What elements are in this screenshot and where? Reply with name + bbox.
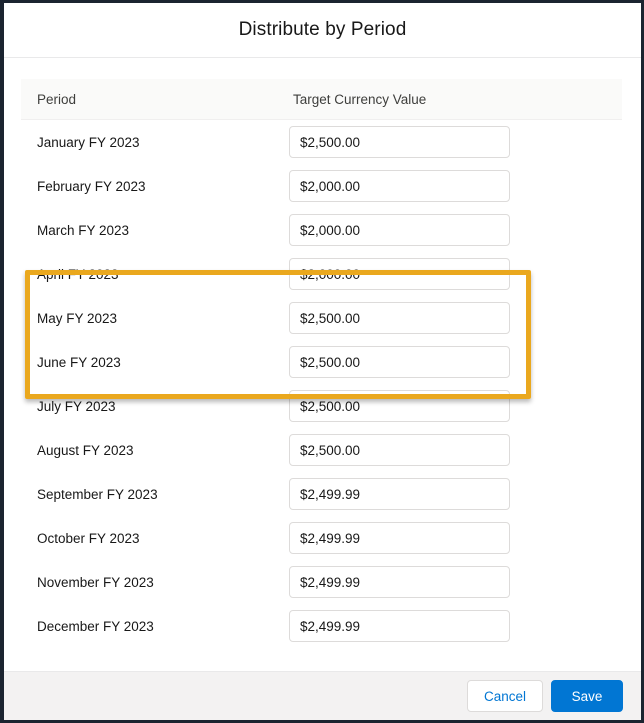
- target-currency-value-input[interactable]: [289, 346, 510, 378]
- cancel-button[interactable]: Cancel: [466, 680, 543, 712]
- target-currency-value-cell: [289, 302, 622, 334]
- table-row: November FY 2023: [21, 560, 622, 604]
- column-header-period: Period: [37, 91, 77, 107]
- target-currency-value-input[interactable]: [289, 566, 510, 598]
- target-currency-value-input[interactable]: [289, 390, 510, 422]
- period-label: June FY 2023: [37, 354, 121, 370]
- target-currency-value-input[interactable]: [289, 302, 510, 334]
- target-currency-value-cell: [289, 390, 622, 422]
- table-row: October FY 2023: [21, 516, 622, 560]
- target-currency-value-input[interactable]: [289, 258, 510, 290]
- target-currency-value-cell: [289, 566, 622, 598]
- target-currency-value-input[interactable]: [289, 434, 510, 466]
- period-label: July FY 2023: [37, 398, 116, 414]
- period-label: April FY 2023: [37, 266, 119, 282]
- target-currency-value-cell: [289, 258, 622, 290]
- modal-header: Distribute by Period: [4, 3, 641, 58]
- table-row: September FY 2023: [21, 472, 622, 516]
- period-label: May FY 2023: [37, 310, 118, 326]
- target-currency-value-cell: [289, 610, 622, 642]
- table-row: June FY 2023: [21, 340, 622, 384]
- table-body: January FY 2023 February FY 2023 March FY …: [21, 120, 622, 648]
- target-currency-value-cell: [289, 214, 622, 246]
- target-currency-value-input[interactable]: [289, 522, 510, 554]
- period-label: October FY 2023: [37, 530, 140, 546]
- distribute-by-period-modal: Distribute by Period Period Target Curre…: [4, 3, 641, 720]
- target-currency-value-cell: [289, 434, 622, 466]
- period-distribution-table: Period Target Currency Value January FY …: [21, 79, 622, 648]
- target-currency-value-input[interactable]: [289, 170, 510, 202]
- target-currency-value-input[interactable]: [289, 610, 510, 642]
- period-label: November FY 2023: [37, 574, 154, 590]
- target-currency-value-cell: [289, 522, 622, 554]
- modal-body: Period Target Currency Value January FY …: [4, 58, 641, 671]
- target-currency-value-input[interactable]: [289, 478, 510, 510]
- table-row: April FY 2023: [21, 252, 622, 296]
- target-currency-value-input[interactable]: [289, 214, 510, 246]
- target-currency-value-cell: [289, 170, 622, 202]
- period-label: September FY 2023: [37, 486, 158, 502]
- table-row: December FY 2023: [21, 604, 622, 648]
- table-row: May FY 2023: [21, 296, 622, 340]
- target-currency-value-cell: [289, 478, 622, 510]
- modal-footer: Cancel Save: [4, 671, 641, 720]
- table-header-row: Period Target Currency Value: [21, 79, 622, 120]
- period-label: December FY 2023: [37, 618, 154, 634]
- modal-title: Distribute by Period: [238, 19, 407, 40]
- table-row: March FY 2023: [21, 208, 622, 252]
- period-label: August FY 2023: [37, 442, 134, 458]
- period-label: January FY 2023: [37, 134, 140, 150]
- period-label: February FY 2023: [37, 178, 146, 194]
- table-row: January FY 2023: [21, 120, 622, 164]
- table-row: July FY 2023: [21, 384, 622, 428]
- table-row: August FY 2023: [21, 428, 622, 472]
- save-button[interactable]: Save: [551, 680, 623, 712]
- period-label: March FY 2023: [37, 222, 130, 238]
- column-header-target-currency-value: Target Currency Value: [293, 91, 427, 107]
- target-currency-value-cell: [289, 126, 622, 158]
- table-row: February FY 2023: [21, 164, 622, 208]
- screenshot-root: Distribute by Period Period Target Curre…: [0, 0, 644, 723]
- target-currency-value-input[interactable]: [289, 126, 510, 158]
- target-currency-value-cell: [289, 346, 622, 378]
